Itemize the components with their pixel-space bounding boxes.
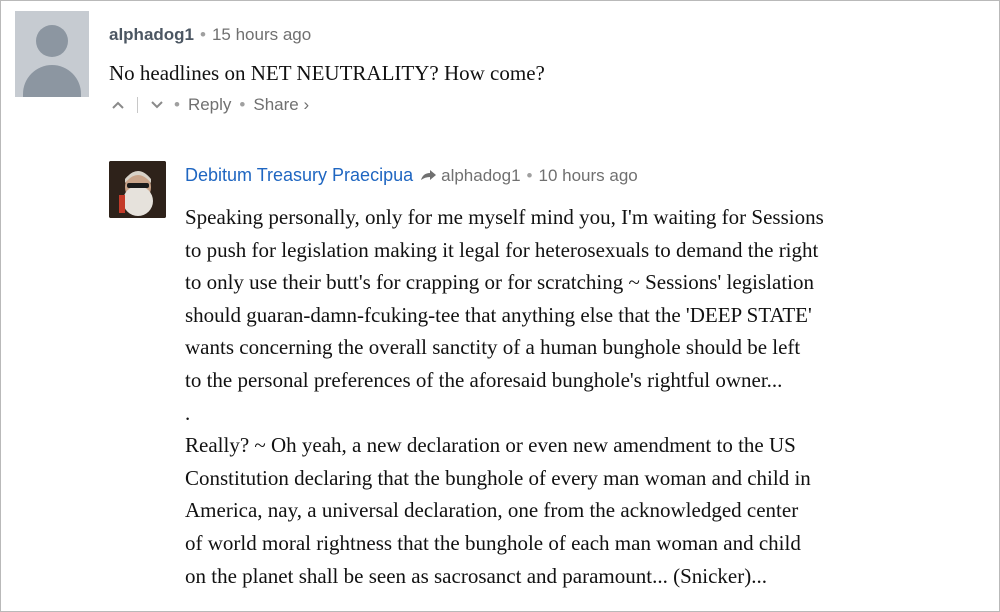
meta-separator-dot: • bbox=[526, 165, 533, 185]
comment-line: should guaran-damn-fcuking-tee that anyt… bbox=[185, 302, 812, 327]
parent-comment-time[interactable]: 15 hours ago bbox=[212, 25, 311, 44]
reply-comment-text: Speaking personally, only for me myself … bbox=[185, 201, 985, 592]
reply-comment-time[interactable]: 10 hours ago bbox=[538, 166, 637, 186]
chevron-up-icon bbox=[112, 101, 124, 109]
chevron-down-icon bbox=[151, 101, 163, 109]
vote-divider bbox=[137, 97, 138, 113]
reply-comment-meta: Debitum Treasury Praecipua alphadog1 • 1… bbox=[185, 165, 638, 186]
comment-line: to the personal preferences of the afore… bbox=[185, 367, 783, 392]
comment-line: of world moral rightness that the bungho… bbox=[185, 530, 801, 555]
comment-line: wants concerning the overall sanctity of… bbox=[185, 335, 801, 360]
parent-author-name[interactable]: alphadog1 bbox=[109, 25, 194, 44]
comment-line: . bbox=[185, 400, 191, 425]
reply-button[interactable]: Reply bbox=[188, 95, 231, 115]
downvote-button[interactable] bbox=[148, 95, 166, 115]
parent-comment-meta: alphadog1 • 15 hours ago bbox=[109, 25, 311, 45]
upvote-button[interactable] bbox=[109, 95, 127, 115]
avatar-body-shape bbox=[23, 65, 81, 97]
reply-arrow-icon bbox=[421, 169, 437, 180]
parent-comment-text: No headlines on NET NEUTRALITY? How come… bbox=[109, 61, 545, 85]
default-avatar-icon[interactable] bbox=[15, 11, 89, 97]
comment-line: to only use their butt's for crapping or… bbox=[185, 270, 814, 295]
comment-line: to push for legislation making it legal … bbox=[185, 237, 819, 262]
avatar-portrait-image bbox=[109, 161, 166, 218]
parent-comment-actions: • Reply • Share › bbox=[109, 95, 309, 115]
action-separator-dot: • bbox=[174, 95, 180, 114]
action-separator-dot: • bbox=[239, 95, 246, 114]
comment-line: Constitution declaring that the bunghole… bbox=[185, 465, 811, 490]
meta-separator-dot: • bbox=[200, 25, 206, 44]
comment-line: Speaking personally, only for me myself … bbox=[185, 205, 824, 229]
comment-line: on the planet shall be seen as sacrosanc… bbox=[185, 563, 767, 588]
user-avatar[interactable] bbox=[109, 161, 166, 218]
comment-line: Really? ~ Oh yeah, a new declaration or … bbox=[185, 433, 796, 458]
comment-line: America, nay, a universal declaration, o… bbox=[185, 498, 799, 523]
avatar-head-shape bbox=[36, 25, 68, 57]
share-button[interactable]: Share › bbox=[253, 95, 309, 115]
in-reply-to-user[interactable]: alphadog1 bbox=[441, 166, 520, 186]
reply-author-name[interactable]: Debitum Treasury Praecipua bbox=[185, 165, 413, 186]
